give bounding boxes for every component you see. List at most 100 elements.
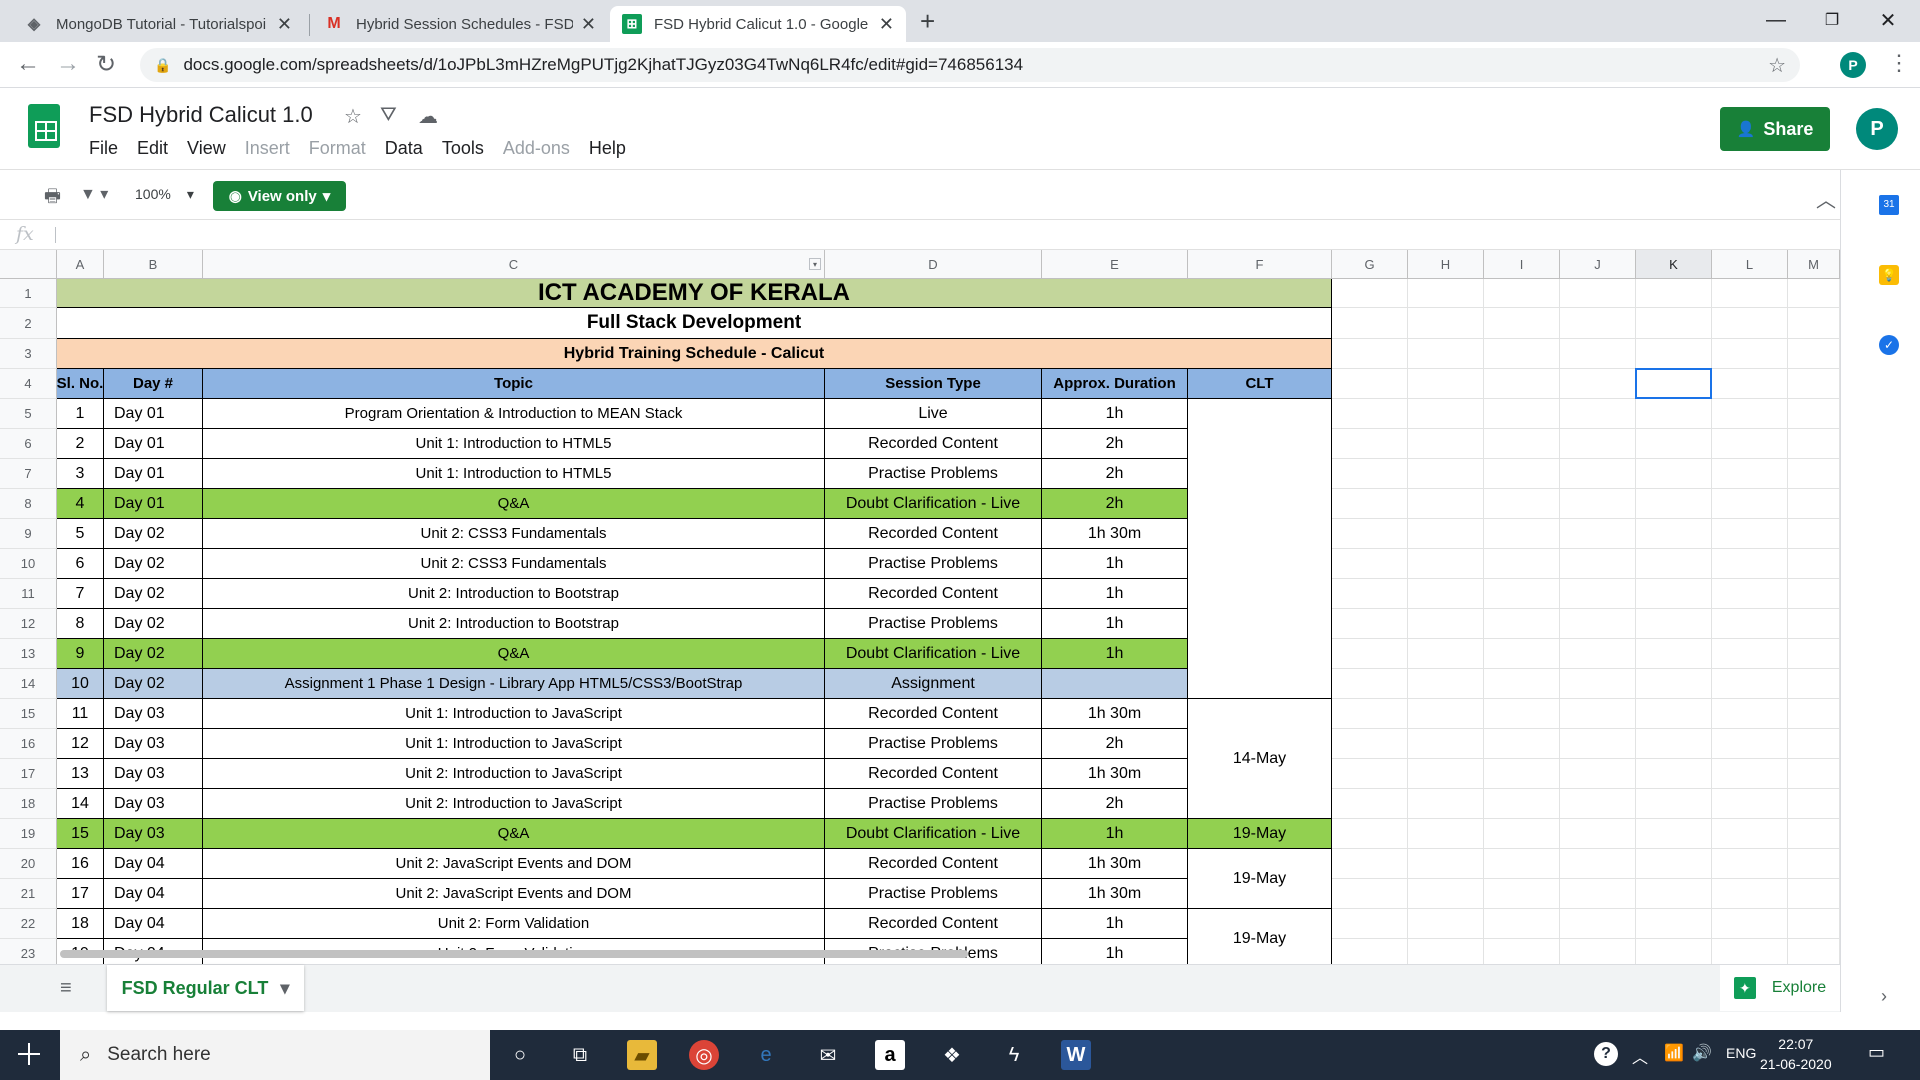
row-header-15[interactable]: 15	[0, 699, 57, 729]
menu-data[interactable]: Data	[385, 138, 423, 159]
file-explorer-icon[interactable]: ▰	[627, 1040, 657, 1070]
calendar-icon[interactable]: 31	[1879, 195, 1899, 215]
print-icon[interactable]: 🖶	[44, 184, 61, 214]
cloud-status-icon[interactable]: ☁	[418, 104, 438, 129]
row-header-11[interactable]: 11	[0, 579, 57, 609]
sheet-tab-fsd-regular-clt[interactable]: FSD Regular CLT ▾	[107, 965, 304, 1011]
zoom-select[interactable]: 100% ▾	[135, 186, 194, 203]
show-hidden-icons[interactable]: ︿	[1632, 1044, 1648, 1068]
tasks-icon[interactable]: ✓	[1879, 335, 1899, 355]
row-header-14[interactable]: 14	[0, 669, 57, 699]
app-icon[interactable]: ϟ	[999, 1040, 1029, 1070]
close-tab-icon[interactable]: ✕	[581, 14, 596, 35]
edge-icon[interactable]: e	[751, 1040, 781, 1070]
select-all-corner[interactable]	[0, 250, 57, 279]
word-icon[interactable]: W	[1061, 1040, 1091, 1070]
expand-panel-icon[interactable]: ›	[1881, 986, 1887, 1007]
share-button[interactable]: 👤 Share	[1720, 107, 1830, 151]
browser-tab-mongodb[interactable]: ◈ MongoDB Tutorial - Tutorialspoi ✕	[12, 6, 304, 42]
column-header-k[interactable]: K	[1636, 250, 1712, 279]
column-header-a[interactable]: A	[57, 250, 104, 279]
star-icon[interactable]: ☆	[344, 104, 362, 129]
horizontal-scrollbar[interactable]	[60, 950, 968, 958]
menu-help[interactable]: Help	[589, 138, 626, 159]
row-header-12[interactable]: 12	[0, 609, 57, 639]
chrome-icon[interactable]: ◎	[689, 1040, 719, 1070]
column-header-g[interactable]: G	[1332, 250, 1408, 279]
browser-menu-icon[interactable]: ⋮	[1888, 50, 1910, 76]
collapse-toolbar-icon[interactable]: ︿	[1816, 184, 1836, 213]
document-title[interactable]: FSD Hybrid Calicut 1.0	[89, 102, 313, 128]
new-tab-button[interactable]: +	[920, 6, 935, 37]
row-header-16[interactable]: 16	[0, 729, 57, 759]
row-header-7[interactable]: 7	[0, 459, 57, 489]
column-header-d[interactable]: D	[825, 250, 1042, 279]
cortana-icon[interactable]: ○	[505, 1040, 535, 1070]
browser-tab-gmail[interactable]: M Hybrid Session Schedules - FSD H ✕	[312, 6, 608, 42]
filter-icon[interactable]: ▼ ▾	[80, 184, 108, 204]
amazon-icon[interactable]: a	[875, 1040, 905, 1070]
help-icon[interactable]: ?	[1594, 1042, 1618, 1066]
column-header-l[interactable]: L	[1712, 250, 1788, 279]
column-header-c[interactable]: C	[203, 250, 825, 279]
volume-icon[interactable]: 🔊	[1692, 1043, 1712, 1063]
dropbox-icon[interactable]: ❖	[937, 1040, 967, 1070]
row-header-2[interactable]: 2	[0, 308, 57, 339]
row-header-21[interactable]: 21	[0, 879, 57, 909]
row-header-18[interactable]: 18	[0, 789, 57, 819]
spreadsheet-grid[interactable]: A B C D E F G H I J K L M ▾ 1 2 3 4 5 6 7 8 9 10 11 12 13 14 15 16 17 1…	[0, 250, 1840, 964]
column-header-e[interactable]: E	[1042, 250, 1188, 279]
close-tab-icon[interactable]: ✕	[879, 14, 894, 35]
row-header-23[interactable]: 23	[0, 939, 57, 964]
task-view-icon[interactable]: ⧉	[565, 1040, 595, 1070]
row-header-3[interactable]: 3	[0, 339, 57, 369]
column-header-m[interactable]: M	[1788, 250, 1840, 279]
menu-tools[interactable]: Tools	[442, 138, 484, 159]
windows-start-icon[interactable]	[18, 1043, 40, 1065]
notifications-icon[interactable]: ▭	[1868, 1042, 1885, 1063]
row-header-6[interactable]: 6	[0, 429, 57, 459]
menu-view[interactable]: View	[187, 138, 226, 159]
menu-file[interactable]: File	[89, 138, 118, 159]
row-header-4[interactable]: 4	[0, 369, 57, 399]
move-to-drive-icon[interactable]: ⛛	[380, 104, 397, 127]
minimize-icon[interactable]: —	[1748, 0, 1804, 40]
row-header-10[interactable]: 10	[0, 549, 57, 579]
row-header-5[interactable]: 5	[0, 399, 57, 429]
close-tab-icon[interactable]: ✕	[277, 14, 292, 35]
row-header-19[interactable]: 19	[0, 819, 57, 849]
filter-dropdown-icon[interactable]: ▾	[809, 258, 821, 270]
selected-cell[interactable]	[1635, 368, 1712, 399]
menu-edit[interactable]: Edit	[137, 138, 168, 159]
reload-icon[interactable]: ↻	[96, 50, 116, 79]
row-header-8[interactable]: 8	[0, 489, 57, 519]
row-header-1[interactable]: 1	[0, 279, 57, 308]
column-header-i[interactable]: I	[1484, 250, 1560, 279]
row-header-13[interactable]: 13	[0, 639, 57, 669]
language-indicator[interactable]: ENG	[1726, 1045, 1756, 1061]
browser-tab-sheets[interactable]: ⊞ FSD Hybrid Calicut 1.0 - Google S ✕	[610, 6, 906, 42]
row-header-22[interactable]: 22	[0, 909, 57, 939]
formula-input[interactable]	[70, 224, 1830, 246]
browser-profile-avatar[interactable]: P	[1840, 52, 1866, 78]
explore-button[interactable]: ✦ Explore	[1720, 965, 1840, 1011]
row-header-20[interactable]: 20	[0, 849, 57, 879]
all-sheets-icon[interactable]: ≡	[60, 977, 72, 1000]
bookmark-star-icon[interactable]: ☆	[1768, 53, 1786, 78]
back-icon[interactable]: ←	[16, 50, 40, 78]
forward-icon[interactable]: →	[56, 50, 80, 78]
keep-icon[interactable]: 💡	[1879, 265, 1899, 285]
wifi-icon[interactable]: 📶	[1664, 1043, 1684, 1063]
column-header-j[interactable]: J	[1560, 250, 1636, 279]
account-avatar[interactable]: P	[1856, 108, 1898, 150]
row-header-17[interactable]: 17	[0, 759, 57, 789]
view-only-button[interactable]: ◉ View only ▾	[213, 181, 346, 211]
column-header-h[interactable]: H	[1408, 250, 1484, 279]
column-header-f[interactable]: F	[1188, 250, 1332, 279]
taskbar-search[interactable]: ⌕ Search here	[60, 1030, 490, 1080]
close-window-icon[interactable]: ✕	[1860, 0, 1916, 40]
taskbar-clock[interactable]: 22:07 21-06-2020	[1760, 1034, 1832, 1074]
sheets-logo-icon[interactable]	[28, 104, 60, 148]
row-header-9[interactable]: 9	[0, 519, 57, 549]
column-header-b[interactable]: B	[104, 250, 203, 279]
